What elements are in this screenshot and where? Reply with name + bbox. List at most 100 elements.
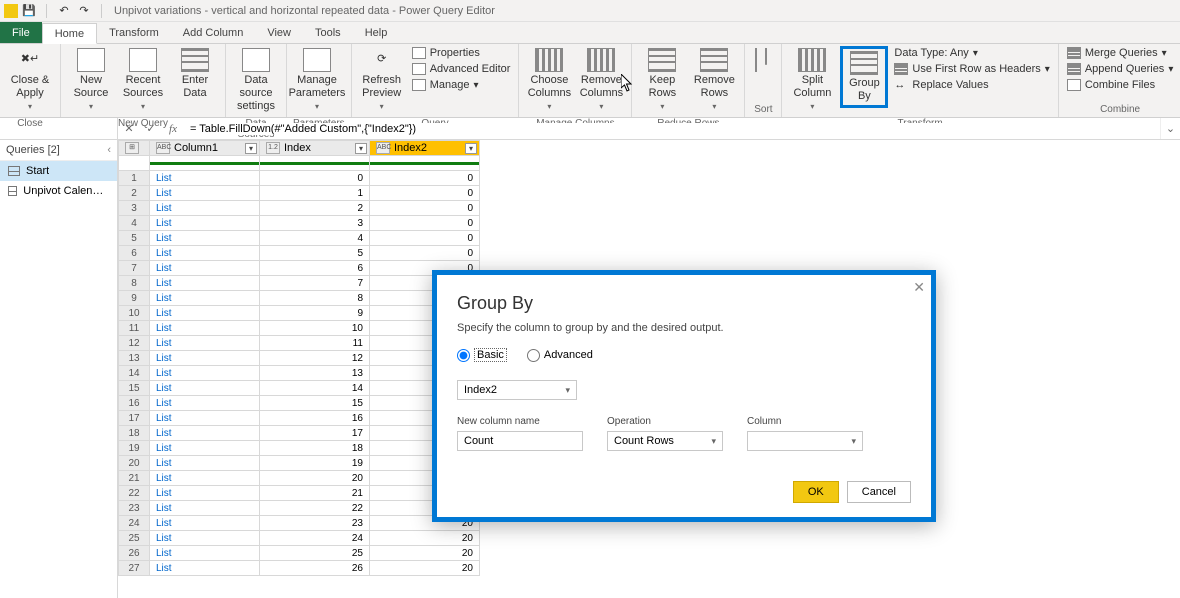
table-row[interactable]: 14 List 13 0 (119, 366, 480, 381)
cell-column1[interactable]: List (150, 276, 260, 291)
cell-index[interactable]: 20 (260, 471, 370, 486)
cell-index2[interactable]: 0 (370, 201, 480, 216)
row-number[interactable]: 11 (119, 321, 150, 336)
queries-collapse-button[interactable]: ‹ (107, 144, 111, 156)
row-number[interactable]: 10 (119, 306, 150, 321)
row-number[interactable]: 3 (119, 201, 150, 216)
row-number[interactable]: 27 (119, 561, 150, 576)
filter-icon[interactable]: ▾ (465, 143, 477, 154)
cell-column1[interactable]: List (150, 246, 260, 261)
cell-index[interactable]: 25 (260, 546, 370, 561)
cell-column1[interactable]: List (150, 396, 260, 411)
table-row[interactable]: 4 List 3 0 (119, 216, 480, 231)
merge-queries-button[interactable]: Merge Queries ▾ (1065, 46, 1176, 60)
table-row[interactable]: 21 List 20 20 (119, 471, 480, 486)
table-row[interactable]: 5 List 4 0 (119, 231, 480, 246)
dialog-close-button[interactable]: ✕ (913, 279, 925, 296)
table-row[interactable]: 12 List 11 0 (119, 336, 480, 351)
tab-home[interactable]: Home (42, 23, 97, 44)
operation-select[interactable]: Count Rows▾ (607, 431, 723, 451)
cell-index[interactable]: 1 (260, 186, 370, 201)
table-row[interactable]: 25 List 24 20 (119, 531, 480, 546)
row-number[interactable]: 18 (119, 426, 150, 441)
cell-column1[interactable]: List (150, 201, 260, 216)
table-row[interactable]: 3 List 2 0 (119, 201, 480, 216)
table-row[interactable]: 10 List 9 0 (119, 306, 480, 321)
row-number[interactable]: 12 (119, 336, 150, 351)
cell-index[interactable]: 4 (260, 231, 370, 246)
cell-index[interactable]: 13 (260, 366, 370, 381)
cell-index[interactable]: 0 (260, 171, 370, 186)
cell-column1[interactable]: List (150, 351, 260, 366)
formula-cancel-button[interactable]: ✕ (118, 118, 140, 140)
data-source-settings-button[interactable]: Data source settings (232, 46, 280, 116)
cell-column1[interactable]: List (150, 291, 260, 306)
cell-column1[interactable]: List (150, 366, 260, 381)
row-number[interactable]: 26 (119, 546, 150, 561)
table-row[interactable]: 6 List 5 0 (119, 246, 480, 261)
column-header-index[interactable]: 1.2Index▾ (260, 141, 370, 156)
cell-index[interactable]: 3 (260, 216, 370, 231)
undo-icon[interactable]: ↶ (57, 4, 71, 18)
radio-basic[interactable]: Basic (457, 348, 507, 362)
cell-index[interactable]: 15 (260, 396, 370, 411)
ok-button[interactable]: OK (793, 481, 839, 503)
cell-column1[interactable]: List (150, 426, 260, 441)
manage-parameters-button[interactable]: Manage Parameters (293, 46, 341, 116)
cell-index[interactable]: 8 (260, 291, 370, 306)
query-item-unpivot[interactable]: Unpivot Calendar to T… (0, 181, 117, 201)
cell-column1[interactable]: List (150, 501, 260, 516)
column-header-index2[interactable]: ABCIndex2▾ (370, 141, 480, 156)
remove-rows-button[interactable]: Remove Rows (690, 46, 738, 116)
tab-view[interactable]: View (255, 22, 303, 43)
cell-index[interactable]: 14 (260, 381, 370, 396)
cell-column1[interactable]: List (150, 411, 260, 426)
cell-column1[interactable]: List (150, 516, 260, 531)
table-row[interactable]: 22 List 21 20 (119, 486, 480, 501)
cell-column1[interactable]: List (150, 486, 260, 501)
row-number[interactable]: 8 (119, 276, 150, 291)
enter-data-button[interactable]: Enter Data (171, 46, 219, 102)
row-number[interactable]: 13 (119, 351, 150, 366)
redo-icon[interactable]: ↷ (77, 4, 91, 18)
filter-icon[interactable]: ▾ (245, 143, 257, 154)
cell-column1[interactable]: List (150, 561, 260, 576)
cell-column1[interactable]: List (150, 546, 260, 561)
cell-column1[interactable]: List (150, 531, 260, 546)
row-number[interactable]: 22 (119, 486, 150, 501)
keep-rows-button[interactable]: Keep Rows (638, 46, 686, 116)
column-select[interactable]: ▾ (747, 431, 863, 451)
cell-index2[interactable]: 0 (370, 246, 480, 261)
row-number[interactable]: 15 (119, 381, 150, 396)
append-queries-button[interactable]: Append Queries ▾ (1065, 62, 1176, 76)
row-number[interactable]: 5 (119, 231, 150, 246)
row-number[interactable]: 16 (119, 396, 150, 411)
cell-index2[interactable]: 20 (370, 546, 480, 561)
row-number[interactable]: 4 (119, 216, 150, 231)
table-row[interactable]: 15 List 14 0 (119, 381, 480, 396)
table-row[interactable]: 19 List 18 0 (119, 441, 480, 456)
replace-values-button[interactable]: ↔Replace Values (892, 78, 1051, 92)
tab-file[interactable]: File (0, 22, 42, 43)
refresh-preview-button[interactable]: ⟳Refresh Preview (358, 46, 406, 116)
filter-icon[interactable]: ▾ (355, 143, 367, 154)
groupby-column-select[interactable]: Index2▾ (457, 380, 577, 400)
cell-index[interactable]: 18 (260, 441, 370, 456)
fx-icon[interactable]: fx (162, 118, 184, 140)
cell-column1[interactable]: List (150, 321, 260, 336)
cell-column1[interactable]: List (150, 306, 260, 321)
cell-index[interactable]: 12 (260, 351, 370, 366)
row-number[interactable]: 14 (119, 366, 150, 381)
first-row-headers-button[interactable]: Use First Row as Headers ▾ (892, 62, 1051, 76)
formula-accept-button[interactable]: ✓ (140, 118, 162, 140)
row-number[interactable]: 20 (119, 456, 150, 471)
table-row[interactable]: 20 List 19 0 (119, 456, 480, 471)
cell-column1[interactable]: List (150, 216, 260, 231)
cell-index2[interactable]: 0 (370, 186, 480, 201)
table-row[interactable]: 17 List 16 0 (119, 411, 480, 426)
cell-index2[interactable]: 20 (370, 531, 480, 546)
column-header-column1[interactable]: ABCColumn1▾ (150, 141, 260, 156)
cell-column1[interactable]: List (150, 381, 260, 396)
cell-index[interactable]: 16 (260, 411, 370, 426)
cell-index[interactable]: 26 (260, 561, 370, 576)
